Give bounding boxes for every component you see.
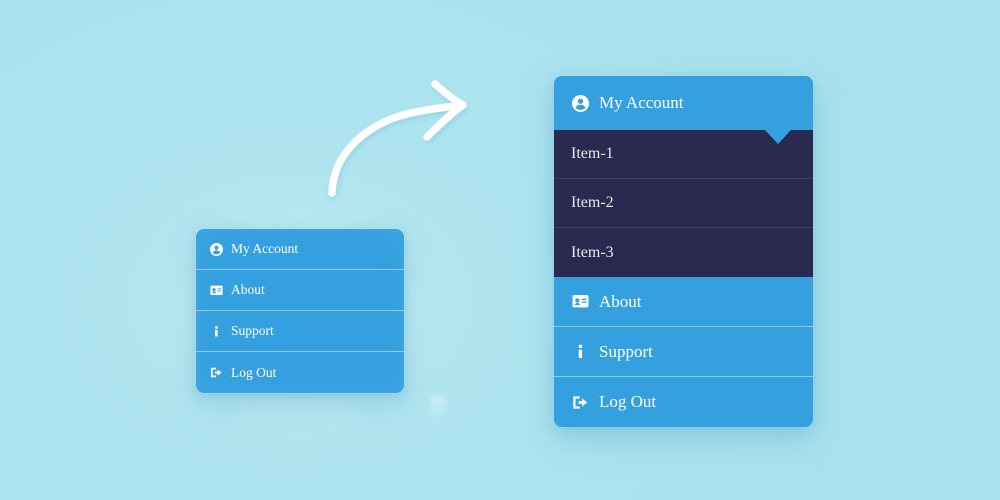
- id-card-icon: [571, 292, 590, 311]
- account-submenu: Item-1 Item-2 Item-3: [554, 130, 813, 277]
- submenu-item-label: Item-2: [571, 194, 614, 211]
- submenu-item-label: Item-3: [571, 243, 614, 261]
- info-icon: [209, 324, 224, 339]
- submenu-item-2[interactable]: Item-2: [554, 179, 813, 228]
- menu-item-log-out[interactable]: Log Out: [554, 377, 813, 427]
- menu-item-my-account[interactable]: My Account: [196, 229, 404, 270]
- menu-item-my-account[interactable]: My Account: [554, 76, 813, 130]
- submenu-item-3[interactable]: Item-3: [554, 228, 813, 277]
- menu-item-about[interactable]: About: [554, 277, 813, 327]
- info-icon: [571, 342, 590, 361]
- menu-item-label: About: [231, 282, 265, 297]
- menu-item-log-out[interactable]: Log Out: [196, 352, 404, 393]
- menu-item-support[interactable]: Support: [554, 327, 813, 377]
- menu-item-label: My Account: [231, 241, 299, 256]
- submenu-item-label: Item-1: [571, 145, 614, 162]
- page-background: My Account About Support Log Out My Acco…: [0, 0, 1000, 500]
- sign-out-icon: [571, 393, 590, 412]
- menu-item-label: Support: [231, 323, 274, 338]
- menu-item-label: About: [599, 291, 642, 311]
- menu-item-support[interactable]: Support: [196, 311, 404, 352]
- menu-item-label: Support: [599, 341, 653, 361]
- expanded-account-menu[interactable]: My Account Item-1 Item-2 Item-3 About Su…: [554, 76, 813, 427]
- menu-item-about[interactable]: About: [196, 270, 404, 311]
- compact-account-menu[interactable]: My Account About Support Log Out: [196, 229, 404, 393]
- submenu-pointer-icon: [765, 130, 791, 144]
- user-circle-icon: [209, 242, 224, 257]
- id-card-icon: [209, 283, 224, 298]
- sign-out-icon: [209, 365, 224, 380]
- background-speck: [431, 396, 447, 416]
- menu-item-label: My Account: [599, 93, 684, 112]
- menu-item-label: Log Out: [231, 364, 277, 380]
- user-circle-icon: [571, 94, 590, 113]
- menu-item-label: Log Out: [599, 392, 657, 411]
